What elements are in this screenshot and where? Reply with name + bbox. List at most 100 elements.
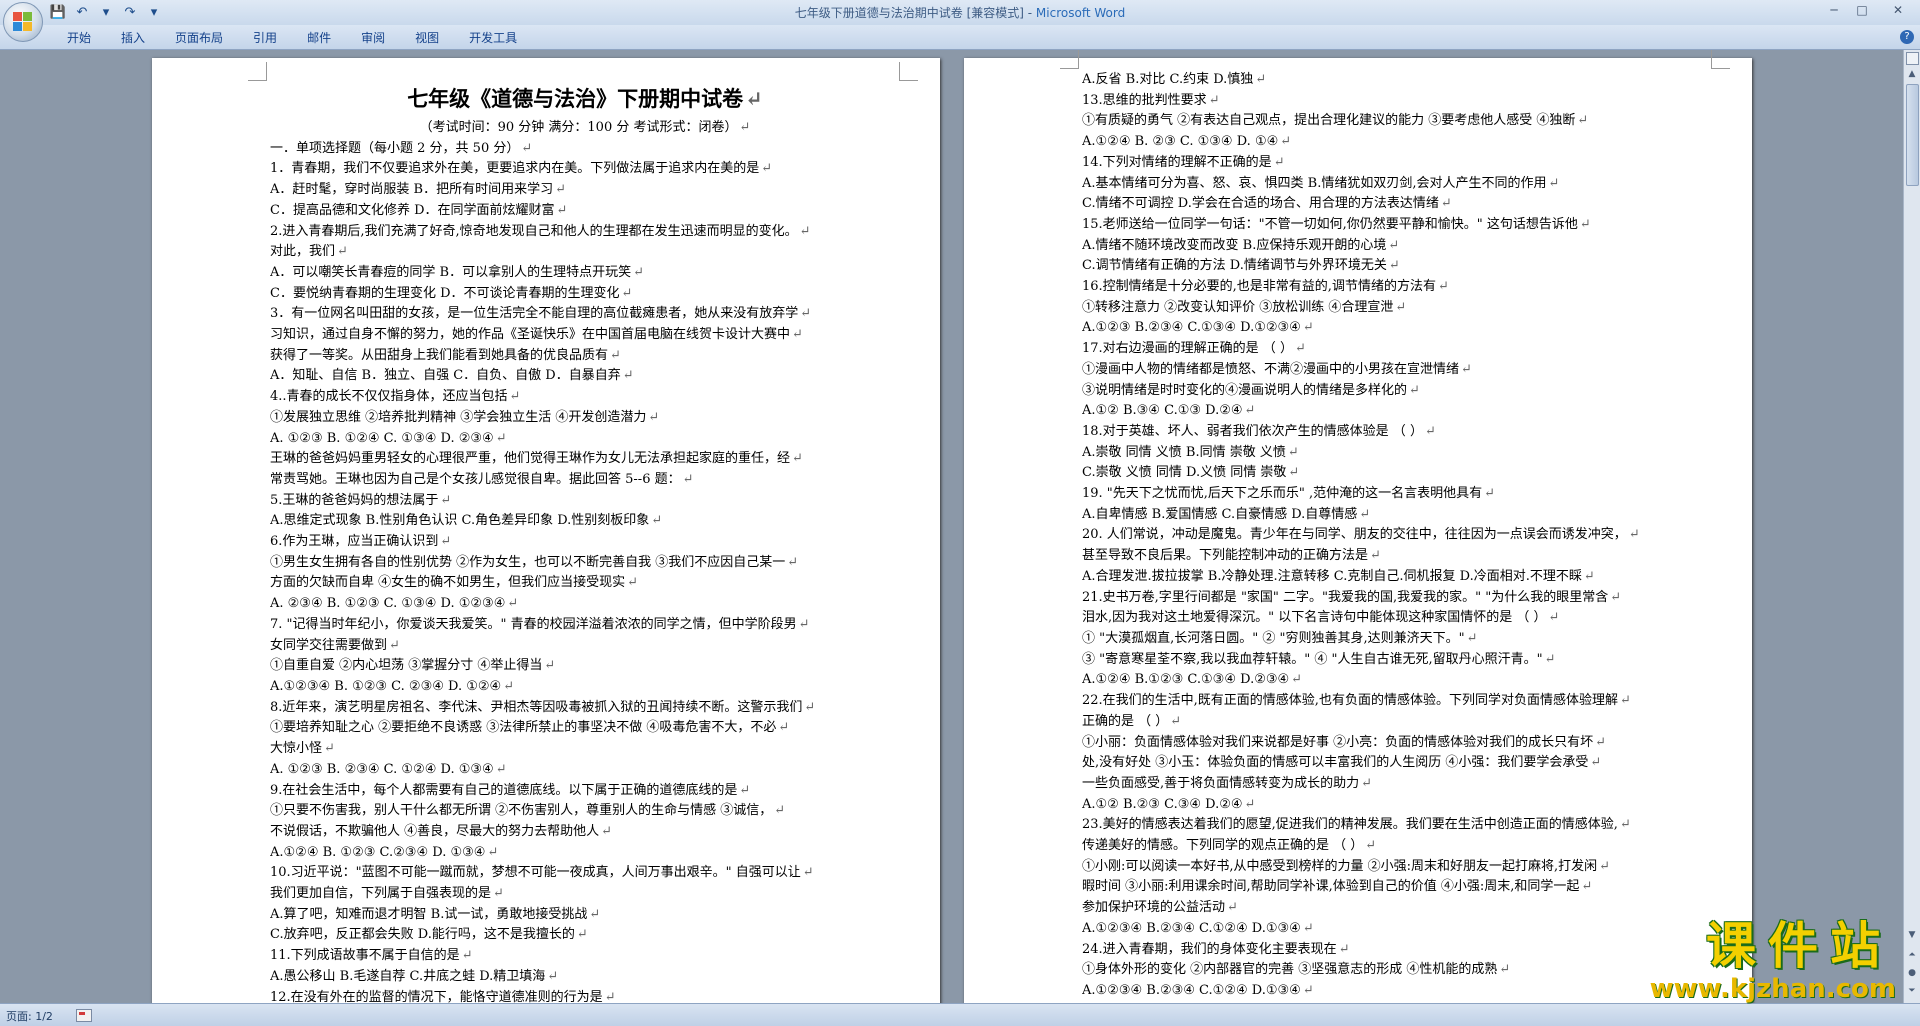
text-line-content: A.①② B.③④ C.①③ D.②④ xyxy=(1082,403,1243,419)
tab-4[interactable]: 引用 xyxy=(238,30,292,46)
text-line-content: 12.在没有外在的监督的情况下，能恪守道德准则的行为是 xyxy=(270,989,603,1003)
paragraph-mark-icon: ↵ xyxy=(487,844,499,860)
text-line-content: ①漫画中人物的情绪都是愤怒、不满②漫画中的小男孩在宣泄情绪 xyxy=(1082,361,1460,377)
text-line: 处,没有好处 ③小玉：体验负面的情感可以丰富我们的人生阅历 ④小强：我们要学会承… xyxy=(1082,753,1712,774)
paragraph-mark-icon: ↵ xyxy=(792,451,803,467)
text-line-content: ③ "寄意寒星荃不察,我以我血荐轩辕。" ④ "人生自古谁无死,留取丹心照汗青。… xyxy=(1082,651,1543,667)
tab-3[interactable]: 页面布局 xyxy=(160,30,238,46)
window-title: 七年级下册道德与法治期中试卷 [兼容模式] - Microsoft Word xyxy=(0,4,1920,21)
close-button[interactable]: ✕ xyxy=(1876,0,1920,20)
paragraph-mark-icon: ↵ xyxy=(745,86,763,111)
text-line: 17.对右边漫画的理解正确的是 （ ） ↵ xyxy=(1082,339,1712,360)
text-line-content: 8.近年来，演艺明星房祖名、李代沫、尹相杰等因吸毒被抓入狱的丑闻持续不断。这警示… xyxy=(270,699,803,715)
text-line: （考试时间：90 分钟 满分：100 分 考试形式：闭卷） ↵ xyxy=(270,118,900,139)
text-line: 12.在没有外在的监督的情况下，能恪守道德准则的行为是 ↵ xyxy=(270,988,900,1003)
text-line-content: A．知耻、自信 B．独立、自强 C．自负、自傲 D．自暴自弃 xyxy=(270,368,621,384)
paragraph-mark-icon: ↵ xyxy=(495,761,507,777)
document-area[interactable]: 七年级《道德与法治》下册期中试卷↵ （考试时间：90 分钟 满分：100 分 考试… xyxy=(0,50,1904,1003)
text-line-content: 大惊小怪 xyxy=(270,741,323,757)
paragraph-mark-icon: ↵ xyxy=(556,202,568,218)
tab-2[interactable]: 插入 xyxy=(106,30,160,46)
paragraph-mark-icon: ↵ xyxy=(1484,486,1496,502)
page-1-text[interactable]: 七年级《道德与法治》下册期中试卷↵ （考试时间：90 分钟 满分：100 分 考试… xyxy=(270,82,900,1003)
text-line: A.①②③④ B. ①②③ C. ②③④ D. ①②④ ↵ xyxy=(270,677,900,698)
watermark-title: 课件站 xyxy=(1706,917,1892,975)
paragraph-mark-icon: ↵ xyxy=(1548,610,1560,626)
page-2[interactable]: A.反省 B.对比 C.约束 D.慎独 ↵ 13.思维的批判性要求 ↵ ①有质疑的勇气 … xyxy=(964,50,1752,1003)
paragraph-mark-icon: ↵ xyxy=(774,803,786,819)
tab-6[interactable]: 审阅 xyxy=(346,30,400,46)
paragraph-mark-icon: ↵ xyxy=(1359,506,1371,522)
page-2-text[interactable]: A.反省 B.对比 C.约束 D.慎独 ↵ 13.思维的批判性要求 ↵ ①有质疑的勇气 … xyxy=(1082,70,1712,1002)
scroll-thumb[interactable] xyxy=(1906,84,1919,186)
paragraph-mark-icon: ↵ xyxy=(1302,920,1314,936)
text-line: C.放弃吧，反正都会失败 D.能行吗，这不是我擅长的 ↵ xyxy=(270,925,900,946)
minimize-button[interactable]: ─ xyxy=(1820,0,1848,20)
text-line: C.情绪不可调控 D.学会在合适的场合、用合理的方法表达情绪 ↵ xyxy=(1082,194,1712,215)
text-line-content: 3．有一位网名叫田甜的女孩，是一位生活完全不能自理的高位截瘫患者，她从来没有放弃… xyxy=(270,306,799,322)
view-ruler-button[interactable] xyxy=(1906,52,1919,65)
text-line: 19. "先天下之忧而忧,后天下之乐而乐" ,范仲淹的这一名言表明他具有 ↵ xyxy=(1082,484,1712,505)
text-line-content: ①有质疑的勇气 ②有表达自己观点，提出合理化建议的能力 ③要考虑他人感受 ④独断 xyxy=(1082,113,1576,129)
tab-7[interactable]: 视图 xyxy=(400,30,454,46)
text-line: ③ "寄意寒星荃不察,我以我血荐轩辕。" ④ "人生自古谁无死,留取丹心照汗青。… xyxy=(1082,650,1712,671)
margin-corner-mark xyxy=(248,62,267,81)
text-line-content: 一．单项选择题（每小题 2 分，共 50 分） xyxy=(270,140,520,156)
text-line: 23.美好的情感表达着我们的愿望,促进我们的精神发展。我们要在生活中创造正面的情… xyxy=(1082,815,1712,836)
text-line: A．赶时髦，穿时尚服装 B．把所有时间用来学习 ↵ xyxy=(270,180,900,201)
paragraph-mark-icon: ↵ xyxy=(389,637,400,653)
text-line: 习知识，通过自身不懈的努力，她的作品《圣诞快乐》在中国首届电脑在线贺卡设计大赛中… xyxy=(270,325,900,346)
margin-corner-mark xyxy=(1060,50,1079,69)
text-line: 8.近年来，演艺明星房祖名、李代沫、尹相杰等因吸毒被抓入狱的丑闻持续不断。这警示… xyxy=(270,698,900,719)
office-button[interactable] xyxy=(3,2,43,42)
text-line: 7. "记得当时年纪小，你爱谈天我爱笑。" 青春的校园洋溢着浓浓的同学之情，但中… xyxy=(270,615,900,636)
text-line: A.①②④ B. ①②③ C.②③④ D. ①③④ ↵ xyxy=(270,843,900,864)
paragraph-mark-icon: ↵ xyxy=(798,616,810,632)
text-line-content: A.基本情绪可分为喜、怒、哀、惧四类 B.情绪犹如双刃剑,会对人产生不同的作用 xyxy=(1082,175,1547,191)
proofing-status-icon[interactable] xyxy=(76,1009,92,1022)
text-line-content: ①要培养知耻之心 ②要拒绝不良诱惑 ③法律所禁止的事坚决不做 ④吸毒危害不大，不… xyxy=(270,720,777,736)
paragraph-mark-icon: ↵ xyxy=(1440,196,1452,212)
text-line-content: 6.作为王琳，应当正确认识到 xyxy=(270,534,439,550)
paragraph-mark-icon: ↵ xyxy=(324,741,335,757)
paragraph-mark-icon: ↵ xyxy=(627,575,639,591)
title-bar: 💾 ↶ ▾ ↷ ▾ 七年级下册道德与法治期中试卷 [兼容模式] - Microsoft … xyxy=(0,0,1920,42)
help-icon[interactable]: ? xyxy=(1900,30,1914,44)
text-line: ①漫画中人物的情绪都是愤怒、不满②漫画中的小男孩在宣泄情绪 ↵ xyxy=(1082,360,1712,381)
paragraph-mark-icon: ↵ xyxy=(547,968,559,984)
text-line: 泪水,因为我对这土地爱得深沉。" 以下名言诗句中能体现这种家国情怀的是 （ ） ↵ xyxy=(1082,608,1712,629)
page-1[interactable]: 七年级《道德与法治》下册期中试卷↵ （考试时间：90 分钟 满分：100 分 考试… xyxy=(152,58,940,1003)
text-line: 2.进入青春期后,我们充满了好奇,惊奇地发现自己和他人的生理都在发生迅速而明显的… xyxy=(270,222,900,243)
paragraph-mark-icon: ↵ xyxy=(1291,672,1303,688)
paragraph-mark-icon: ↵ xyxy=(1583,568,1595,584)
maximize-button[interactable]: □ xyxy=(1848,0,1876,20)
text-line: 20. 人们常说，冲动是魔鬼。青少年在与同学、朋友的交往中，往往因为一点误会而诱… xyxy=(1082,525,1712,546)
paragraph-mark-icon: ↵ xyxy=(621,285,633,301)
paragraph-mark-icon: ↵ xyxy=(1579,216,1591,232)
text-line: 10.习近平说："蓝图不可能一蹴而就，梦想不可能一夜成真，人间万事出艰辛。" 自… xyxy=(270,863,900,884)
scroll-up-icon[interactable]: ▲ xyxy=(1904,66,1920,82)
text-line: C.调节情绪有正确的方法 D.情绪调节与外界环境无关 ↵ xyxy=(1082,256,1712,277)
text-line: 参加保护环境的公益活动 ↵ xyxy=(1082,898,1712,919)
text-line-content: 4..青春的成长不仅仅指身体，还应当包括 xyxy=(270,389,508,405)
text-line-content: ① "大漠孤烟直,长河落日圆。" ② "穷则独善其身,达则兼济天下。" xyxy=(1082,630,1465,646)
text-line: A.①② B.②③ C.③④ D.②④ ↵ xyxy=(1082,795,1712,816)
text-line-content: A. ①②③ B. ②③④ C. ①②④ D. ①③④ xyxy=(270,761,494,777)
paragraph-mark-icon: ↵ xyxy=(1388,258,1400,274)
text-line-content: 七年级《道德与法治》下册期中试卷 xyxy=(407,86,744,111)
page-count-status[interactable]: 页面: 1/2 xyxy=(6,1008,53,1024)
paragraph-mark-icon: ↵ xyxy=(1288,465,1300,481)
text-line: ①自重自爱 ②内心坦荡 ③掌握分寸 ④举止得当 ↵ xyxy=(270,656,900,677)
text-line-content: A.①②③④ B.②③④ C.①②④ D.①③④ xyxy=(1082,920,1301,936)
text-line: A.崇敬 同情 义愤 B.同情 崇敬 义愤 ↵ xyxy=(1082,443,1712,464)
vertical-scrollbar[interactable]: ▲ ▼ ⏶ ● ⏷ xyxy=(1903,50,1920,1003)
text-line-content: A.反省 B.对比 C.约束 D.慎独 xyxy=(1082,72,1254,87)
paragraph-mark-icon: ↵ xyxy=(792,327,803,343)
tab-1[interactable]: 开始 xyxy=(52,30,106,46)
margin-corner-mark xyxy=(899,62,918,81)
tab-8[interactable]: 开发工具 xyxy=(454,30,532,46)
tab-5[interactable]: 邮件 xyxy=(292,30,346,46)
text-line: 6.作为王琳，应当正确认识到 ↵ xyxy=(270,532,900,553)
paragraph-mark-icon: ↵ xyxy=(1302,320,1314,336)
document-heading: 七年级《道德与法治》下册期中试卷↵ xyxy=(270,82,900,116)
